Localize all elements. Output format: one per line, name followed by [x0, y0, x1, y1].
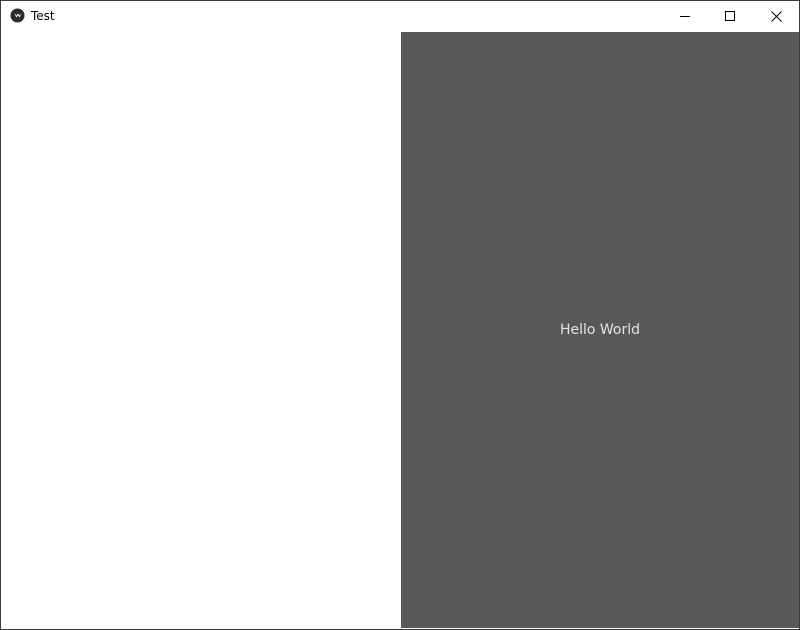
- close-icon: [771, 10, 782, 22]
- app-window: Test Hello World: [0, 0, 800, 630]
- kivy-logo-icon: [10, 8, 25, 23]
- left-empty-area: [1, 31, 401, 629]
- minimize-button[interactable]: [663, 1, 708, 31]
- hello-world-label: Hello World: [559, 322, 641, 338]
- close-button[interactable]: [754, 1, 799, 31]
- maximize-button[interactable]: [708, 1, 753, 31]
- minimize-icon: [680, 11, 691, 22]
- window-title: Test: [31, 9, 55, 23]
- maximize-icon: [725, 10, 736, 22]
- title-bar[interactable]: Test: [1, 1, 799, 31]
- hello-world-panel: Hello World: [401, 32, 799, 628]
